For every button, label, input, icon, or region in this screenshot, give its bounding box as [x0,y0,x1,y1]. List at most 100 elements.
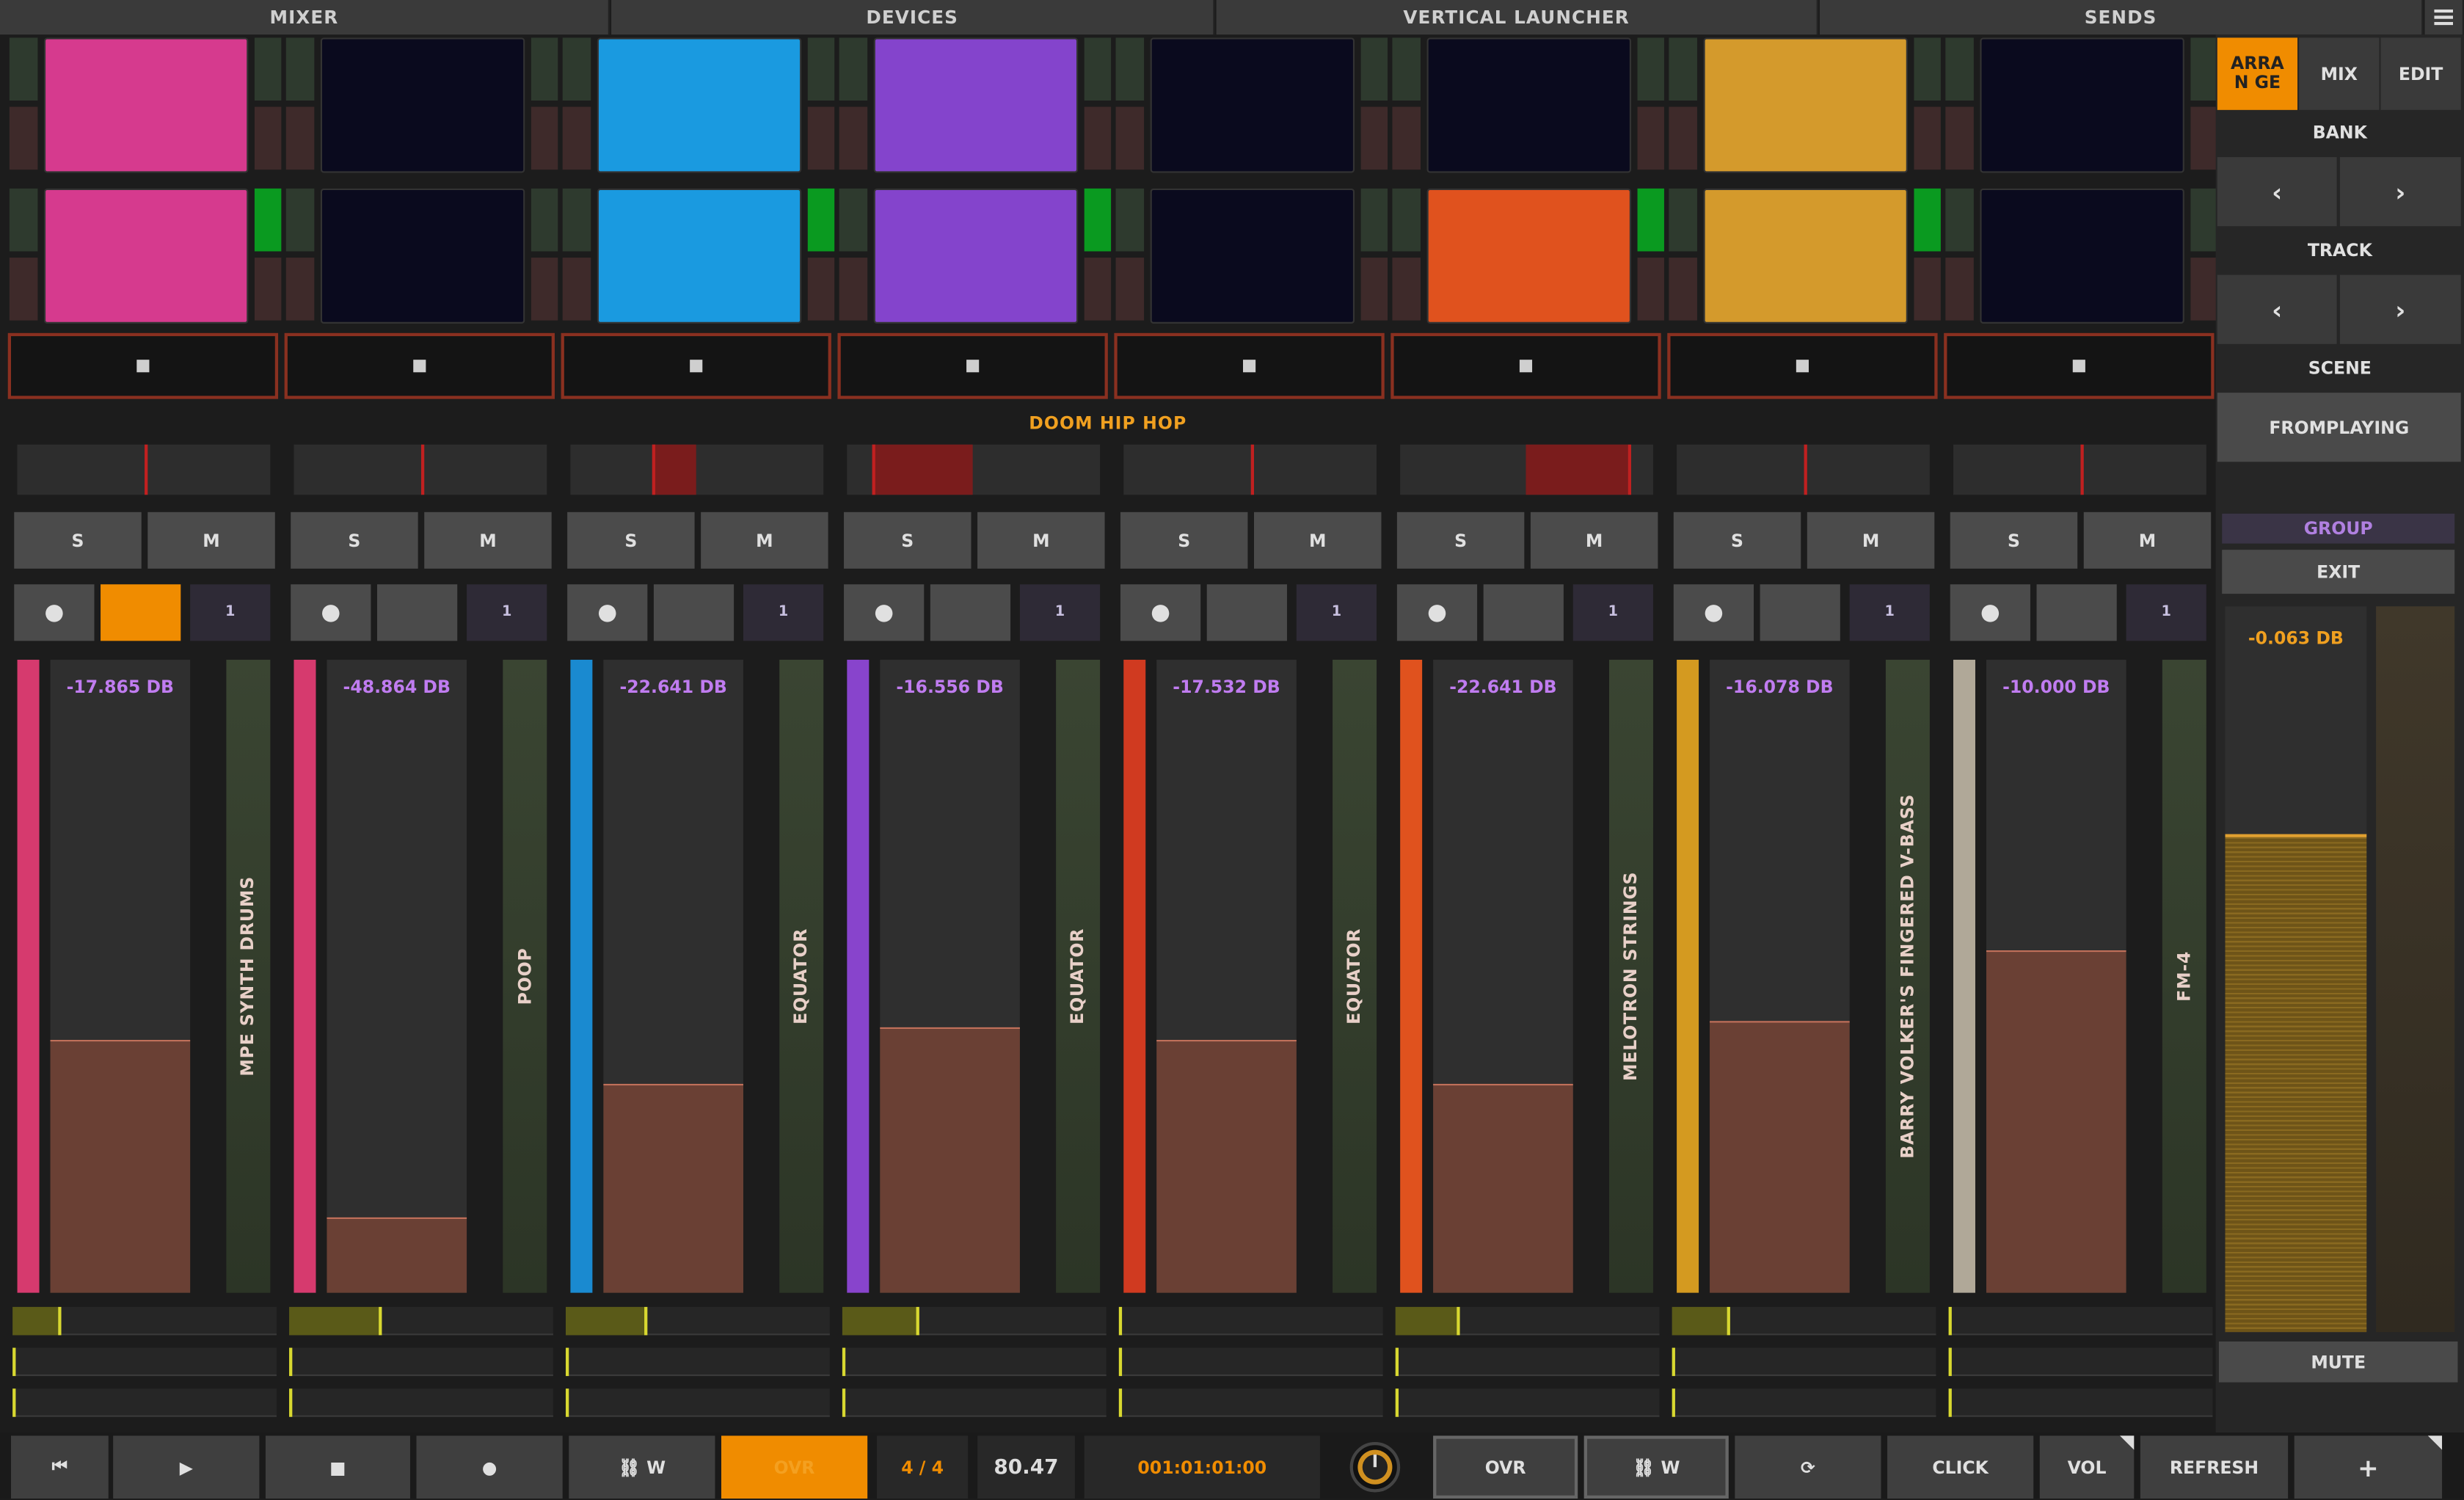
input-select-button[interactable]: 1 [1019,584,1101,641]
rewind-button[interactable]: ⏮ [10,1435,109,1499]
solo-button[interactable]: S [1120,511,1248,569]
monitor-button[interactable] [653,584,735,641]
time-signature[interactable]: 4 / 4 [877,1435,969,1499]
monitor-button[interactable] [930,584,1011,641]
mute-button[interactable]: M [701,511,828,569]
clip-slot[interactable] [1703,37,1908,173]
clip-slot[interactable] [597,37,802,173]
monitor-button[interactable] [376,584,458,641]
send-slider[interactable] [12,1388,277,1417]
solo-button[interactable]: S [1673,511,1801,569]
send-slider[interactable] [1948,1388,2213,1417]
record-arm-button[interactable] [14,584,95,641]
exit-button[interactable]: EXIT [2222,550,2455,594]
mute-button[interactable]: M [1807,511,1935,569]
clip-slot[interactable] [1426,37,1631,173]
track-prev-button[interactable]: ‹ [2217,274,2337,344]
clip-slot[interactable] [1150,37,1355,173]
clip-slot[interactable] [43,188,249,324]
monitor-button[interactable] [1760,584,1840,641]
send-slider[interactable] [1118,1306,1383,1336]
link-write-button-2[interactable]: ⛓ W [1583,1435,1729,1499]
solo-button[interactable]: S [291,511,418,569]
menu-button[interactable] [2424,0,2464,35]
overdub-active-button[interactable]: OVR [721,1435,868,1499]
stop-clip-button[interactable] [1667,332,1938,399]
overdub-button[interactable]: OVR [1433,1435,1578,1499]
monitor-button[interactable] [101,584,181,641]
input-select-button[interactable]: 1 [1572,584,1653,641]
input-select-button[interactable]: 1 [1296,584,1377,641]
tab-mixer[interactable]: MIXER [0,0,610,35]
stop-clip-button[interactable] [1944,332,2215,399]
clip-slot[interactable] [320,37,525,173]
send-slider[interactable] [1118,1388,1383,1417]
play-button[interactable]: ▶ [113,1435,260,1499]
send-slider[interactable] [1395,1347,1660,1377]
clip-slot[interactable] [1703,188,1908,324]
input-select-button[interactable]: 1 [743,584,824,641]
solo-button[interactable]: S [1396,511,1525,569]
send-slider[interactable] [565,1388,830,1417]
bank-prev-button[interactable]: ‹ [2217,157,2337,227]
bank-next-button[interactable]: › [2339,157,2461,227]
input-select-button[interactable]: 1 [467,584,547,641]
clip-slot[interactable] [43,37,249,173]
loop-button[interactable]: ⟳ [1735,1435,1881,1499]
send-slider[interactable] [1672,1347,1936,1377]
refresh-button[interactable]: REFRESH [2140,1435,2289,1499]
stop-clip-button[interactable] [1390,332,1661,399]
solo-button[interactable]: S [14,511,142,569]
monitor-button[interactable] [2036,584,2117,641]
input-select-button[interactable]: 1 [2126,584,2206,641]
send-slider[interactable] [565,1347,830,1377]
link-write-button[interactable]: ⛓ W [569,1435,715,1499]
clip-slot[interactable] [1426,188,1631,324]
track-next-button[interactable]: › [2339,274,2461,344]
mix-view-button[interactable]: MIX [2299,37,2380,110]
stop-clip-button[interactable] [284,332,555,399]
arrange-view-button[interactable]: ARRAN GE [2217,37,2298,110]
monitor-button[interactable] [1483,584,1564,641]
tempo-knob[interactable] [1348,1441,1402,1494]
send-slider[interactable] [842,1347,1107,1377]
clip-slot[interactable] [1980,188,2184,324]
monitor-button[interactable] [1206,584,1287,641]
send-slider[interactable] [1395,1388,1660,1417]
mute-button[interactable]: M [1253,511,1382,569]
record-arm-button[interactable] [567,584,648,641]
clip-slot[interactable] [1150,188,1355,324]
add-button[interactable]: + [2294,1435,2443,1499]
tempo-display[interactable]: 80.47 [977,1435,1075,1499]
clip-slot[interactable] [597,188,802,324]
solo-button[interactable]: S [844,511,972,569]
group-button[interactable]: GROUP [2222,513,2455,544]
solo-button[interactable]: S [567,511,695,569]
mute-button[interactable]: M [1530,511,1658,569]
tab-devices[interactable]: DEVICES [611,0,1215,35]
clip-slot[interactable] [320,188,525,324]
solo-button[interactable]: S [1950,511,2078,569]
record-arm-button[interactable] [1396,584,1478,641]
clip-slot[interactable] [1980,37,2184,173]
stop-clip-button[interactable] [837,332,1108,399]
vol-button[interactable]: VOL [2039,1435,2135,1499]
send-slider[interactable] [1672,1388,1936,1417]
mute-button[interactable]: M [147,511,275,569]
send-slider[interactable] [842,1388,1107,1417]
stop-clip-button[interactable] [561,332,831,399]
record-arm-button[interactable] [1120,584,1201,641]
record-button[interactable]: ● [416,1435,563,1499]
record-arm-button[interactable] [844,584,925,641]
tab-vertical-launcher[interactable]: VERTICAL LAUNCHER [1216,0,1818,35]
record-arm-button[interactable] [291,584,371,641]
stop-button[interactable]: ■ [265,1435,410,1499]
record-arm-button[interactable] [1950,584,2030,641]
stop-clip-button[interactable] [7,332,279,399]
mute-button[interactable]: M [977,511,1105,569]
fromplaying-button[interactable]: FROMPLAYING [2217,393,2461,462]
tab-sends[interactable]: SENDS [1819,0,2424,35]
input-select-button[interactable]: 1 [190,584,271,641]
send-slider[interactable] [1948,1306,2213,1336]
input-select-button[interactable]: 1 [1849,584,1930,641]
